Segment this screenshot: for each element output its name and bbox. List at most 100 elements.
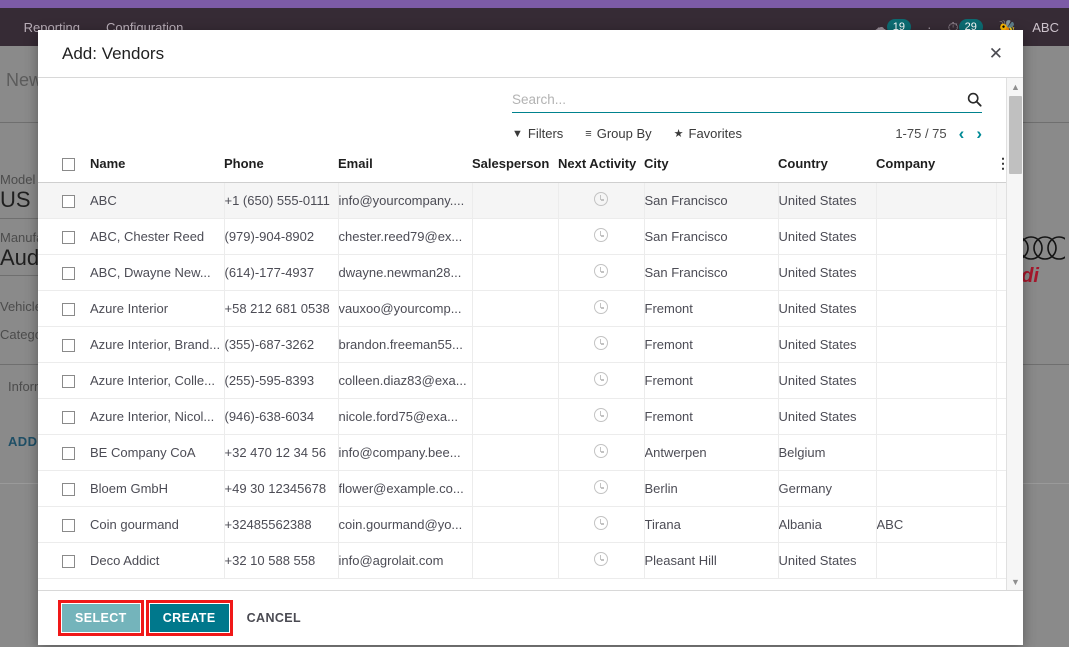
clock-icon bbox=[594, 300, 608, 315]
cell-salesperson bbox=[472, 542, 559, 580]
table-row[interactable]: Azure Interior, Nicol... (946)-638-6034 ni… bbox=[38, 398, 1006, 436]
row-checkbox[interactable] bbox=[62, 447, 75, 461]
cell-options bbox=[996, 182, 1006, 220]
cell-options bbox=[996, 218, 1006, 256]
search-input[interactable] bbox=[512, 92, 967, 107]
row-checkbox[interactable] bbox=[62, 339, 75, 353]
filters-row: ▼ Filters ≡ Group By ★ Favorites 1-75 / … bbox=[512, 113, 982, 142]
column-header-city[interactable]: City bbox=[644, 156, 778, 184]
group-by-button[interactable]: ≡ Group By bbox=[585, 126, 651, 141]
cell-next-activity bbox=[558, 542, 645, 580]
user-menu[interactable]: ABC bbox=[1032, 20, 1059, 35]
cancel-button[interactable]: CANCEL bbox=[239, 604, 314, 632]
table-row[interactable]: Azure Interior +58 212 681 0538 vauxoo@you… bbox=[38, 290, 1006, 328]
row-checkbox[interactable] bbox=[62, 519, 75, 533]
scroll-up-icon[interactable]: ▲ bbox=[1007, 78, 1023, 95]
table-head: Name Phone Email Salesperson Next Activi… bbox=[38, 156, 1006, 184]
purple-accent-strip bbox=[0, 0, 1069, 8]
cell-options bbox=[996, 362, 1006, 400]
column-header-next-activity[interactable]: Next Activity bbox=[558, 156, 644, 184]
row-checkbox[interactable] bbox=[62, 267, 75, 281]
cell-phone: +58 212 681 0538 bbox=[224, 290, 339, 328]
cell-salesperson bbox=[472, 218, 559, 256]
table-row[interactable]: ABC +1 (650) 555-0111 info@yourcompany....… bbox=[38, 182, 1006, 220]
cell-company bbox=[876, 218, 997, 256]
table-row[interactable]: ABC, Dwayne New... (614)-177-4937 dwayne.n… bbox=[38, 254, 1006, 292]
add-button[interactable]: ADD bbox=[8, 434, 37, 449]
row-select-cell bbox=[38, 218, 90, 256]
cell-name: Azure Interior, Brand... bbox=[90, 326, 225, 364]
table-row[interactable]: Deco Addict +32 10 588 558 info@agrolait.c… bbox=[38, 542, 1006, 580]
clock-icon bbox=[594, 228, 608, 243]
row-checkbox[interactable] bbox=[62, 375, 75, 389]
cell-options bbox=[996, 254, 1006, 292]
table-row[interactable]: ABC, Chester Reed (979)-904-8902 chester.r… bbox=[38, 218, 1006, 256]
column-header-salesperson[interactable]: Salesperson bbox=[472, 156, 558, 184]
cell-options bbox=[996, 326, 1006, 364]
cell-phone: +1 (650) 555-0111 bbox=[224, 182, 339, 220]
row-checkbox[interactable] bbox=[62, 555, 75, 569]
clock-icon bbox=[594, 336, 608, 351]
cell-salesperson bbox=[472, 290, 559, 328]
column-header-phone[interactable]: Phone bbox=[224, 156, 338, 184]
scrollbar-thumb[interactable] bbox=[1009, 96, 1022, 174]
cell-city: Fremont bbox=[644, 290, 779, 328]
table-row[interactable]: BE Company CoA +32 470 12 34 56 info@compa… bbox=[38, 434, 1006, 472]
new-button[interactable]: New bbox=[6, 70, 42, 91]
cell-email: coin.gourmand@yo... bbox=[338, 506, 473, 544]
cell-salesperson bbox=[472, 254, 559, 292]
cell-phone: (355)-687-3262 bbox=[224, 326, 339, 364]
cell-email: vauxoo@yourcomp... bbox=[338, 290, 473, 328]
previous-page-icon[interactable]: ‹ bbox=[959, 125, 965, 142]
clock-icon bbox=[594, 552, 608, 567]
column-header-country[interactable]: Country bbox=[778, 156, 876, 184]
search-box[interactable] bbox=[512, 92, 982, 113]
cell-salesperson bbox=[472, 470, 559, 508]
cell-country: United States bbox=[778, 290, 877, 328]
cell-city: San Francisco bbox=[644, 182, 779, 220]
cell-phone: +49 30 12345678 bbox=[224, 470, 339, 508]
table-row[interactable]: Azure Interior, Brand... (355)-687-3262 br… bbox=[38, 326, 1006, 364]
table-row[interactable]: Azure Interior, Colle... (255)-595-8393 co… bbox=[38, 362, 1006, 400]
add-vendors-dialog: Add: Vendors ✕ ▼ Filters bbox=[38, 30, 1023, 645]
vertical-scrollbar[interactable]: ▲ ▼ bbox=[1006, 78, 1023, 590]
cell-name: BE Company CoA bbox=[90, 434, 225, 472]
row-checkbox[interactable] bbox=[62, 411, 75, 425]
clock-icon bbox=[594, 480, 608, 495]
dialog-body: ▼ Filters ≡ Group By ★ Favorites 1-75 / … bbox=[38, 78, 1023, 590]
vertical-dots-icon[interactable]: ⋮ bbox=[996, 156, 1006, 171]
cell-city: Fremont bbox=[644, 398, 779, 436]
row-select-cell bbox=[38, 506, 90, 544]
cell-options bbox=[996, 506, 1006, 544]
divider-3 bbox=[0, 275, 42, 276]
select-all-checkbox[interactable] bbox=[62, 158, 75, 172]
row-checkbox[interactable] bbox=[62, 195, 75, 209]
column-header-email[interactable]: Email bbox=[338, 156, 472, 184]
cell-next-activity bbox=[558, 290, 645, 328]
cell-salesperson bbox=[472, 182, 559, 220]
create-button[interactable]: CREATE bbox=[145, 600, 233, 636]
cell-company bbox=[876, 398, 997, 436]
column-header-name[interactable]: Name bbox=[90, 156, 224, 184]
scroll-down-icon[interactable]: ▼ bbox=[1007, 573, 1023, 590]
search-icon[interactable] bbox=[967, 92, 982, 107]
row-checkbox[interactable] bbox=[62, 483, 75, 497]
vehicle-label: Vehicle bbox=[0, 299, 42, 314]
close-icon[interactable]: ✕ bbox=[983, 41, 1009, 66]
dialog-title: Add: Vendors bbox=[62, 43, 165, 63]
filters-button[interactable]: ▼ Filters bbox=[512, 126, 563, 141]
cell-options bbox=[996, 470, 1006, 508]
row-checkbox[interactable] bbox=[62, 303, 75, 317]
cell-city: Tirana bbox=[644, 506, 779, 544]
row-checkbox[interactable] bbox=[62, 231, 75, 245]
select-button[interactable]: SELECT bbox=[58, 600, 144, 636]
cell-company bbox=[876, 290, 997, 328]
favorites-button[interactable]: ★ Favorites bbox=[674, 126, 742, 141]
table-row[interactable]: Bloem GmbH +49 30 12345678 flower@example.… bbox=[38, 470, 1006, 508]
cell-company bbox=[876, 542, 997, 580]
cell-company bbox=[876, 362, 997, 400]
table-row[interactable]: Coin gourmand +32485562388 coin.gourmand@y… bbox=[38, 506, 1006, 544]
column-header-company[interactable]: Company bbox=[876, 156, 996, 184]
next-page-icon[interactable]: › bbox=[976, 125, 982, 142]
clock-icon bbox=[594, 264, 608, 279]
